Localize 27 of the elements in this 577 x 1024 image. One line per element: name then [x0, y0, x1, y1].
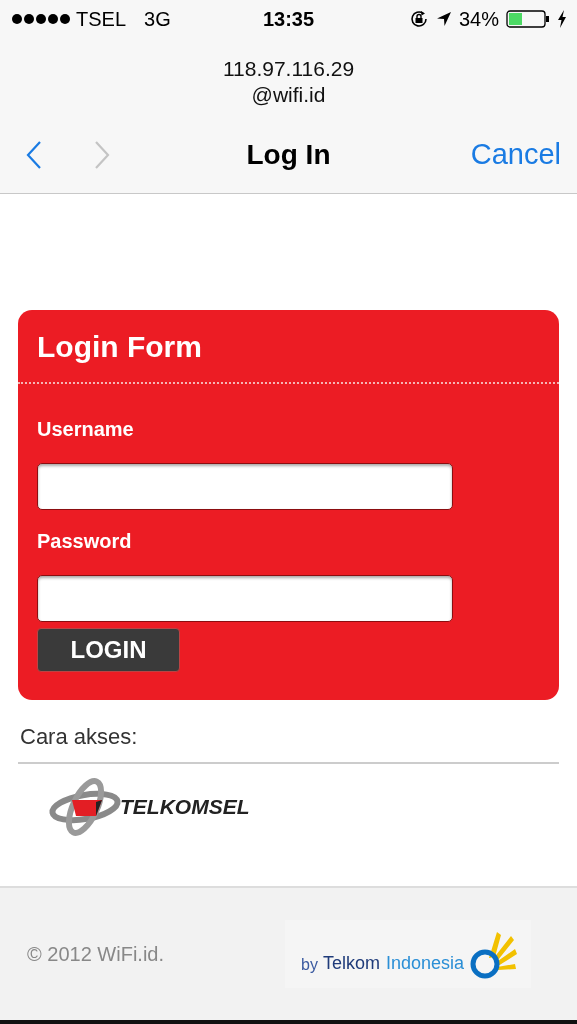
badge-text: Telkom [322, 953, 380, 974]
provider-link[interactable]: TELKOMSEL [18, 764, 280, 850]
charging-bolt-icon [557, 10, 567, 28]
section-heading: Cara akses: [19, 723, 139, 751]
signal-icon [12, 13, 70, 25]
network-type: 3G [144, 7, 171, 31]
badge-text: Indonesia [385, 953, 464, 974]
login-button[interactable]: LOGIN [37, 628, 180, 672]
location-arrow-icon [435, 11, 452, 27]
field-label: Username [37, 418, 134, 441]
page-title: Log In [246, 138, 331, 171]
badge-text: by [301, 956, 318, 974]
rotation-lock-icon [408, 9, 429, 29]
globe-logo-icon [48, 776, 122, 838]
clock: 13:35 [262, 7, 315, 31]
password-field[interactable] [37, 575, 453, 622]
username-field[interactable] [37, 463, 453, 510]
back-button[interactable] [26, 139, 42, 170]
field-label: Password [37, 530, 132, 553]
battery-icon [506, 10, 550, 28]
network-realm: @wifi.id [251, 82, 326, 108]
copyright-text: © 2012 WiFi.id. [27, 942, 164, 966]
form-title: Login Form [18, 310, 559, 384]
host-address: 118.97.116.29 [222, 56, 355, 82]
cancel-button[interactable]: Cancel [470, 138, 561, 171]
battery-percent: 34% [458, 7, 499, 31]
carrier-name: TSEL [76, 7, 127, 31]
